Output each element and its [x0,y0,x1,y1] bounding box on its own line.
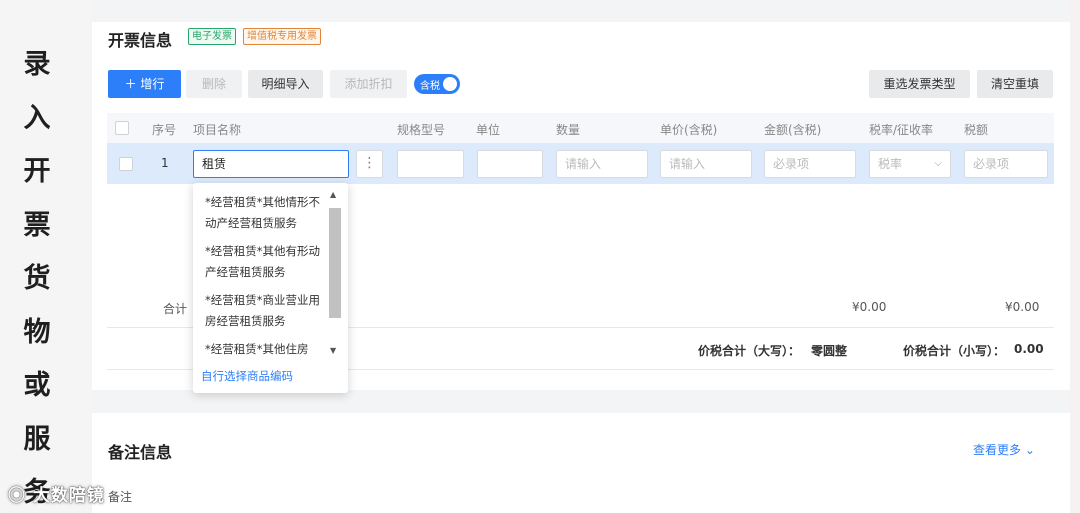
col-amount: 金额(含税) [764,123,822,137]
item-suggestion-dropdown: *经营租赁*其他情形不动产经营租赁服务 *经营租赁*其他有形动产经营租赁服务 *… [193,183,348,393]
total-upper-label: 价税合计（大写）： [698,344,801,358]
caption-char: 货 [23,263,51,294]
item-name-input[interactable]: 租赁 [193,150,349,178]
clear-refill-button[interactable]: 清空重填 [977,70,1053,98]
col-spec: 规格型号 [397,123,446,137]
watermark-text: 大数陪镜 [32,486,105,506]
notes-panel [92,413,1070,513]
select-all-checkbox[interactable] [115,121,129,135]
add-row-button[interactable]: ＋ 增行 [108,70,181,98]
section-title-invoice: 开票信息 [108,31,173,50]
dropdown-option[interactable]: *经营租赁*其他有形动产经营租赁服务 [205,241,323,283]
total-lower-label: 价税合计（小写）： [903,344,1006,358]
import-detail-button[interactable]: 明细导入 [248,70,323,98]
chevron-down-icon: ⌵ [934,158,942,169]
caption-char: 服 [23,423,51,455]
amount-input[interactable]: 必录项 [764,150,856,178]
col-unit: 单位 [476,123,501,137]
tax-amount-input[interactable]: 必录项 [964,150,1048,178]
view-more-link[interactable]: 查看更多 ⌄ [973,441,1035,458]
col-unit-price: 单价(含税) [660,123,718,137]
tax-toggle-label: 含税 [420,81,440,92]
unit-input[interactable] [477,150,543,178]
tax-rate-select[interactable]: 税率 ⌵ [869,150,951,178]
col-tax-rate: 税率/征收率 [869,123,934,137]
row-index: 1 [161,156,169,170]
scroll-down-icon[interactable]: ▼ [330,346,336,355]
add-discount-button[interactable]: 添加折扣 [330,70,407,98]
dropdown-option[interactable]: *经营租赁*其他住房 [205,339,323,360]
tax-included-toggle[interactable]: 含税 [414,74,460,94]
col-tax-amount: 税额 [964,123,989,137]
subtotal-tax: ¥0.00 [1005,300,1040,314]
quantity-input[interactable]: 请输入 [556,150,648,178]
more-options-button[interactable]: ⋮ [356,150,383,178]
col-item-name: 项目名称 [193,123,242,137]
dropdown-option[interactable]: *经营租赁*商业营业用房经营租赁服务 [205,290,323,332]
right-edge [1070,0,1080,513]
delete-button[interactable]: 删除 [186,70,242,98]
watermark: ⦿ 大数陪镜 [8,486,105,506]
view-more-label: 查看更多 [973,443,1022,457]
caption-char: 录 [23,49,51,80]
caption-char: 开 [23,156,51,187]
caption-char: 票 [23,209,51,241]
dropdown-option[interactable]: *经营租赁*其他情形不动产经营租赁服务 [205,192,323,234]
notes-field-label: 备注 [108,490,133,504]
col-index: 序号 [152,123,177,137]
vertical-dots-icon: ⋮ [362,155,377,171]
subtotal-label: 合计 [163,302,188,316]
tax-rate-placeholder: 税率 [878,157,903,171]
tag-electronic-invoice: 电子发票 [188,28,236,45]
total-upper-value: 零圆整 [811,344,848,358]
chevron-down-icon: ⌄ [1024,443,1035,457]
caption-char: 入 [23,102,51,134]
plus-icon: ＋ [124,77,141,91]
row-checkbox[interactable] [119,157,133,171]
dropdown-scrollbar[interactable]: ▲ ▼ [328,188,342,360]
scroll-up-icon[interactable]: ▲ [330,190,336,199]
subtotal-amount: ¥0.00 [852,300,887,314]
scrollbar-thumb[interactable] [329,208,341,318]
caption-char: 物 [23,316,51,348]
tag-vat-special-invoice: 增值税专用发票 [243,28,321,45]
unit-price-input[interactable]: 请输入 [660,150,752,178]
section-title-notes: 备注信息 [108,443,173,462]
toggle-knob [443,77,457,91]
col-quantity: 数量 [556,123,581,137]
spec-input[interactable] [397,150,464,178]
caption-char: 或 [23,370,51,401]
vertical-caption: 录 入 开 票 货 物 或 服 务 [20,38,54,513]
total-lower-value: 0.00 [1014,342,1044,356]
choose-product-code-link[interactable]: 自行选择商品编码 [201,368,293,384]
reselect-invoice-type-button[interactable]: 重选发票类型 [869,70,970,98]
add-row-label: 增行 [140,77,165,91]
